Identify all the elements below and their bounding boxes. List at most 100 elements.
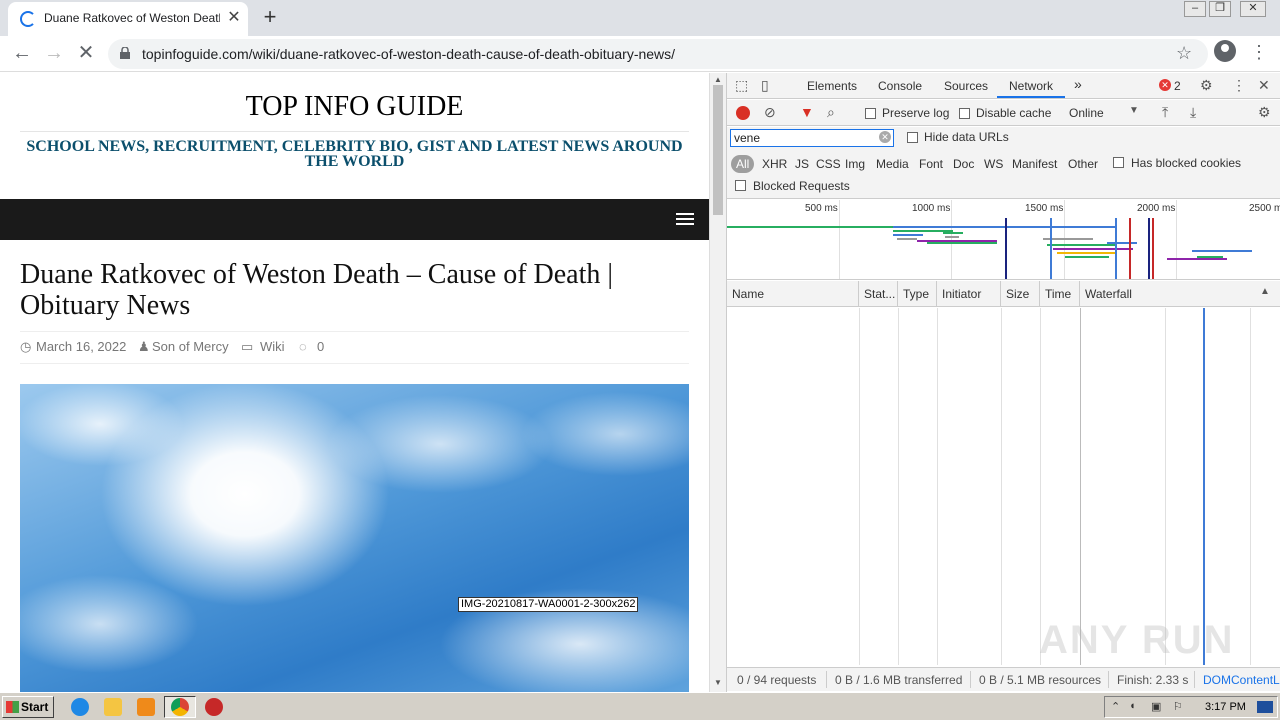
error-badge-icon[interactable]: ✕ (1159, 79, 1171, 91)
import-har-icon[interactable]: ⤒ (1162, 104, 1168, 121)
start-button[interactable]: Start (2, 696, 54, 718)
tab-sources[interactable]: Sources (944, 79, 988, 93)
close-window-button[interactable]: ✕ (1240, 1, 1266, 17)
bookmark-star-icon[interactable]: ☆ (1176, 43, 1192, 64)
tray-expand-icon[interactable]: ⌃ (1111, 700, 1120, 713)
media-player-icon[interactable] (137, 698, 155, 716)
preserve-log-checkbox[interactable] (865, 108, 876, 119)
minimize-button[interactable]: – (1184, 1, 1206, 17)
column-size[interactable]: Size (1001, 281, 1040, 307)
internet-explorer-icon[interactable] (71, 698, 89, 716)
more-tabs-icon[interactable]: » (1074, 76, 1082, 92)
error-count[interactable]: 2 (1174, 79, 1181, 93)
type-filter-img[interactable]: Img (845, 155, 865, 173)
featured-image (20, 384, 689, 692)
column-divider (859, 308, 860, 665)
overview-bar (1167, 258, 1227, 260)
post-category[interactable]: Wiki (260, 339, 285, 354)
file-explorer-icon[interactable] (104, 698, 122, 716)
network-settings-gear-icon[interactable]: ⚙ (1258, 104, 1271, 121)
column-type[interactable]: Type (898, 281, 937, 307)
user-icon: ♟ (138, 339, 150, 354)
type-filter-other[interactable]: Other (1068, 155, 1098, 173)
new-tab-button[interactable]: + (258, 4, 282, 30)
volume-icon[interactable]: ◖ (1129, 700, 1136, 712)
browser-tab[interactable]: Duane Ratkovec of Weston Death – Cause o… (8, 2, 248, 36)
status-separator (1108, 671, 1109, 688)
show-desktop-icon[interactable] (1257, 701, 1273, 713)
devtools-menu-icon[interactable]: ⋮ (1232, 77, 1246, 94)
loading-spinner-icon (20, 11, 36, 27)
network-icon[interactable]: ▣ (1151, 700, 1161, 713)
page-scrollbar[interactable]: ▲ ▼ (709, 73, 726, 692)
settings-gear-icon[interactable]: ⚙ (1200, 77, 1213, 94)
export-har-icon[interactable]: ⤓ (1190, 104, 1196, 121)
devtools-panel: ⬚ ▯ Elements Console Sources Network » ✕… (726, 73, 1280, 692)
clear-filter-icon[interactable]: ✕ (879, 131, 891, 143)
type-filter-all[interactable]: All (731, 155, 755, 173)
type-filter-ws[interactable]: WS (984, 155, 1003, 173)
filter-bar: vene ✕ Hide data URLs All XHR JS CSS Img… (727, 127, 1280, 199)
has-blocked-cookies-checkbox[interactable] (1113, 157, 1124, 168)
hide-data-urls-checkbox[interactable] (907, 132, 918, 143)
scroll-down-arrow-icon[interactable]: ▼ (713, 678, 723, 687)
type-filter-js[interactable]: JS (795, 155, 809, 173)
type-filter-manifest[interactable]: Manifest (1012, 155, 1057, 173)
chrome-taskbar-button[interactable] (164, 696, 196, 718)
hamburger-menu-icon[interactable] (676, 213, 694, 226)
column-waterfall[interactable]: Waterfall (1080, 281, 1280, 307)
clear-icon[interactable]: ⊘ (764, 104, 776, 121)
post-author[interactable]: Son of Mercy (152, 339, 229, 354)
record-button[interactable] (736, 106, 750, 120)
column-name[interactable]: Name (727, 281, 859, 307)
type-filter-css[interactable]: CSS (816, 155, 841, 173)
scrollbar-thumb[interactable] (713, 85, 723, 215)
system-tray: ⌃ ◖ ▣ ⚐ 3:17 PM (1104, 696, 1278, 718)
sort-up-icon[interactable]: ▲ (1260, 286, 1270, 297)
tab-close-icon[interactable]: ✕ (226, 8, 242, 28)
waterfall-grid-line (1165, 308, 1166, 665)
comment-count[interactable]: 0 (317, 339, 324, 354)
column-status[interactable]: Stat... (859, 281, 898, 307)
request-table-header: Name Stat... Type Initiator Size Time Wa… (727, 281, 1280, 307)
address-bar[interactable]: topinfoguide.com/wiki/duane-ratkovec-of-… (108, 39, 1208, 69)
column-time[interactable]: Time (1040, 281, 1080, 307)
type-filter-xhr[interactable]: XHR (762, 155, 787, 173)
site-title[interactable]: TOP INFO GUIDE (0, 91, 709, 123)
blocked-requests-checkbox[interactable] (735, 180, 746, 191)
tab-console[interactable]: Console (878, 79, 922, 93)
chevron-down-icon[interactable]: ▼ (1129, 105, 1139, 116)
windows-taskbar: Start ⌃ ◖ ▣ ⚐ 3:17 PM (0, 692, 1280, 720)
restore-button[interactable]: ❐ (1209, 1, 1231, 17)
column-initiator[interactable]: Initiator (937, 281, 1001, 307)
chrome-menu-icon[interactable]: ⋮ (1250, 40, 1268, 64)
overview-marker (1129, 218, 1131, 279)
stop-sign-icon[interactable] (205, 698, 223, 716)
search-icon[interactable]: ⌕ (827, 104, 835, 121)
inspect-element-icon[interactable]: ⬚ (735, 77, 748, 94)
filter-input[interactable]: vene (730, 129, 894, 147)
post-date[interactable]: March 16, 2022 (36, 339, 126, 354)
overview-marker (1050, 218, 1052, 279)
stop-loading-icon[interactable]: ✕ (74, 42, 98, 66)
back-arrow-icon[interactable]: ← (10, 42, 34, 66)
devtools-close-icon[interactable]: ✕ (1258, 77, 1270, 94)
tab-elements[interactable]: Elements (807, 79, 857, 93)
type-filter-media[interactable]: Media (876, 155, 909, 173)
type-filter-font[interactable]: Font (919, 155, 943, 173)
taskbar-clock[interactable]: 3:17 PM (1205, 701, 1246, 713)
disable-cache-label: Disable cache (976, 106, 1052, 120)
overview-bar (1047, 244, 1117, 246)
type-filter-doc[interactable]: Doc (953, 155, 974, 173)
profile-avatar-icon[interactable] (1214, 40, 1236, 62)
network-overview[interactable]: 500 ms 1000 ms 1500 ms 2000 ms 2500 m (727, 200, 1280, 280)
tab-network[interactable]: Network (1009, 79, 1053, 93)
device-toolbar-icon[interactable]: ▯ (761, 77, 769, 94)
overview-bar (727, 226, 893, 228)
throttle-select[interactable]: Online (1069, 106, 1104, 120)
disable-cache-checkbox[interactable] (959, 108, 970, 119)
filter-icon[interactable]: ▼ (800, 104, 814, 120)
forward-arrow-icon[interactable]: → (42, 42, 66, 66)
flag-icon[interactable]: ⚐ (1173, 700, 1183, 713)
scroll-up-arrow-icon[interactable]: ▲ (713, 75, 723, 84)
